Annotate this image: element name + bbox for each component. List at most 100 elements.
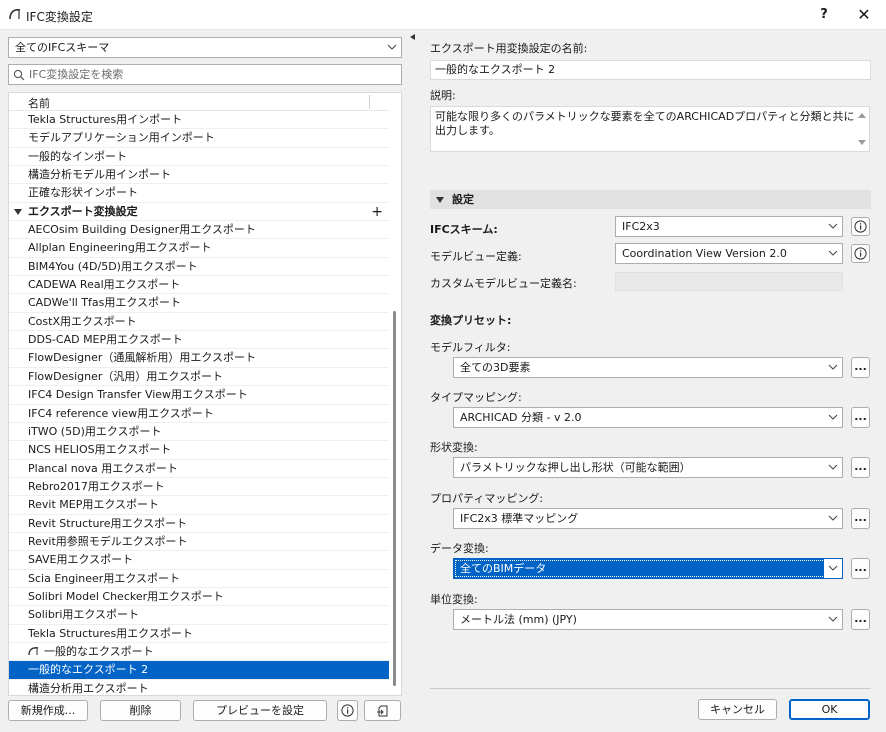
info-icon (854, 247, 867, 260)
list-item[interactable]: CADEWA Real用エクスポート (9, 276, 389, 295)
unit-conversion-value: メートル法 (mm) (JPY) (460, 613, 577, 626)
list-item[interactable]: Solibri Model Checker用エクスポート (9, 588, 389, 607)
list-item[interactable]: Revit用参照モデルエクスポート (9, 533, 389, 552)
window-title: IFC変換設定 (26, 10, 93, 24)
data-conversion-more-button[interactable]: ... (851, 558, 870, 579)
ifc-scheme-value: IFC2x3 (622, 220, 660, 233)
model-filter-more-button[interactable]: ... (851, 357, 870, 378)
chevron-down-icon (828, 515, 838, 521)
list-item[interactable]: Allplan Engineering用エクスポート (9, 239, 389, 258)
list-item[interactable]: Tekla Structures用エクスポート (9, 625, 389, 643)
model-view-dropdown[interactable]: Coordination View Version 2.0 (615, 243, 843, 264)
list-item[interactable]: Scia Engineer用エクスポート (9, 570, 389, 588)
list-item[interactable]: Tekla Structures用インポート (9, 111, 389, 130)
description-textarea[interactable]: 可能な限り多くのパラメトリックな要素を全てのARCHICADプロパティと分類と共… (430, 106, 870, 152)
list-item[interactable]: AECOsim Building Designer用エクスポート (9, 221, 389, 240)
geometry-dropdown[interactable]: パラメトリックな押し出し形状（可能な範囲） (453, 457, 843, 478)
presets-label: 変換プリセット: (430, 314, 512, 327)
list-item-selected[interactable]: 一般的なエクスポート 2 (9, 661, 389, 680)
unit-conversion-dropdown[interactable]: メートル法 (mm) (JPY) (453, 609, 843, 630)
name-label: エクスポート用変換設定の名前: (430, 42, 588, 55)
chevron-down-icon (828, 565, 838, 571)
export-group-row[interactable]: エクスポート変換設定 + (9, 203, 389, 222)
list-header[interactable]: 名前 (9, 93, 389, 111)
geometry-value: パラメトリックな押し出し形状（可能な範囲） (460, 461, 691, 474)
import-button[interactable] (364, 700, 401, 721)
close-button[interactable]: ✕ (852, 4, 876, 26)
list-item[interactable]: FlowDesigner（汎用）用エクスポート (9, 368, 389, 387)
model-filter-value: 全ての3D要素 (460, 361, 531, 374)
unit-conversion-more-button[interactable]: ... (851, 609, 870, 630)
translator-list[interactable]: 名前 Tekla Structures用インポート モデルアプリケーション用イン… (8, 92, 402, 696)
chevron-down-icon (828, 250, 838, 256)
model-view-info-button[interactable] (851, 244, 870, 263)
model-filter-label: モデルフィルタ: (430, 341, 511, 354)
geometry-label: 形状変換: (430, 441, 478, 454)
list-item[interactable]: Revit MEP用エクスポート (9, 496, 389, 515)
list-item[interactable]: CADWe'll Tfas用エクスポート (9, 294, 389, 313)
export-group-label: エクスポート変換設定 (28, 204, 138, 218)
scroll-down-icon[interactable] (857, 139, 867, 147)
help-button[interactable]: ? (812, 5, 836, 25)
list-item[interactable]: Revit Structure用エクスポート (9, 515, 389, 533)
property-mapping-more-button[interactable]: ... (851, 508, 870, 529)
list-item[interactable]: Plancal nova 用エクスポート (9, 460, 389, 478)
property-mapping-dropdown[interactable]: IFC2x3 標準マッピング (453, 508, 843, 529)
chevron-down-icon (828, 223, 838, 229)
list-item[interactable]: DDS-CAD MEP用エクスポート (9, 331, 389, 350)
list-item[interactable]: 一般的なインポート (9, 148, 389, 167)
model-view-label: モデルビュー定義: (430, 250, 522, 263)
data-conversion-dropdown[interactable]: 全てのBIMデータ (453, 558, 843, 579)
new-button[interactable]: 新規作成... (8, 700, 88, 721)
description-text: 可能な限り多くのパラメトリックな要素を全てのARCHICADプロパティと分類と共… (435, 110, 855, 137)
settings-section-label: 設定 (452, 193, 474, 206)
list-item[interactable]: CostX用エクスポート (9, 313, 389, 332)
list-item[interactable]: モデルアプリケーション用インポート (9, 129, 389, 148)
list-item[interactable]: BIM4You (4D/5D)用エクスポート (9, 258, 389, 277)
description-label: 説明: (430, 89, 456, 102)
list-item[interactable]: iTWO (5D)用エクスポート (9, 423, 389, 442)
info-button[interactable] (337, 700, 358, 721)
preview-settings-button[interactable]: プレビューを設定 (193, 700, 327, 721)
settings-section-header[interactable]: 設定 (430, 190, 871, 209)
list-scrollbar[interactable] (391, 311, 399, 686)
info-icon (854, 220, 867, 233)
schema-filter-dropdown[interactable]: 全てのIFCスキーマ (8, 37, 402, 58)
ifc-scheme-info-button[interactable] (851, 217, 870, 236)
search-box[interactable] (8, 64, 402, 85)
chevron-down-icon (828, 414, 838, 420)
pane-splitter[interactable] (408, 30, 418, 732)
list-item[interactable]: SAVE用エクスポート (9, 551, 389, 570)
list-item[interactable]: 構造分析用エクスポート (9, 680, 389, 695)
scroll-up-icon[interactable] (857, 111, 867, 119)
list-item[interactable]: IFC4 reference view用エクスポート (9, 405, 389, 423)
list-item[interactable]: Solibri用エクスポート (9, 606, 389, 625)
geometry-more-button[interactable]: ... (851, 457, 870, 478)
type-mapping-dropdown[interactable]: ARCHICAD 分類 - v 2.0 (453, 407, 843, 428)
property-mapping-label: プロパティマッピング: (430, 492, 544, 505)
scrollbar-thumb[interactable] (393, 311, 396, 686)
name-input[interactable]: 一般的なエクスポート 2 (430, 60, 871, 80)
cancel-button[interactable]: キャンセル (698, 699, 777, 720)
type-mapping-more-button[interactable]: ... (851, 407, 870, 428)
ok-button[interactable]: OK (789, 699, 870, 720)
custom-mvd-label: カスタムモデルビュー定義名: (430, 277, 577, 290)
divider (430, 688, 871, 689)
list-item[interactable]: 構造分析モデル用インポート (9, 166, 389, 185)
list-item-general-export[interactable]: 一般的なエクスポート (9, 643, 389, 662)
list-item[interactable]: Rebro2017用エクスポート (9, 478, 389, 497)
ifc-scheme-dropdown[interactable]: IFC2x3 (615, 216, 843, 237)
add-translator-icon[interactable]: + (371, 203, 383, 220)
delete-button[interactable]: 削除 (100, 700, 181, 721)
list-item[interactable]: NCS HELIOS用エクスポート (9, 441, 389, 460)
list-item-label: 一般的なエクスポート (44, 644, 154, 658)
model-filter-dropdown[interactable]: 全ての3D要素 (453, 357, 843, 378)
list-item[interactable]: FlowDesigner（通風解析用）用エクスポート (9, 349, 389, 368)
list-item[interactable]: 正確な形状インポート (9, 184, 389, 203)
list-item[interactable]: IFC4 Design Transfer View用エクスポート (9, 386, 389, 405)
left-pane: 全てのIFCスキーマ 名前 Tekla Structures用インポート モデル… (0, 30, 408, 732)
model-view-value: Coordination View Version 2.0 (622, 247, 787, 260)
search-input[interactable] (29, 66, 397, 83)
collapse-left-icon[interactable] (410, 34, 416, 40)
column-divider[interactable] (369, 95, 370, 109)
